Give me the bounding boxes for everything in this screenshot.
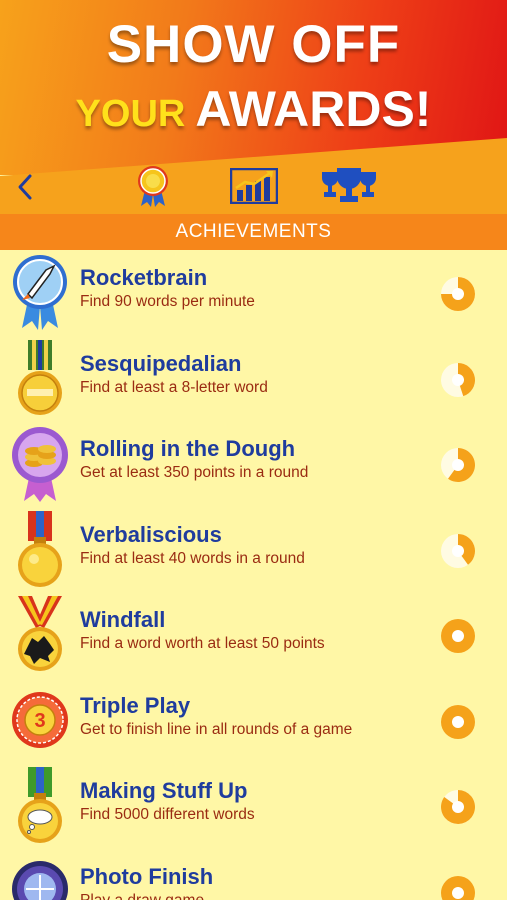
bar-chart-icon[interactable]	[230, 168, 278, 204]
achievement-title: Rolling in the Dough	[80, 436, 296, 461]
achievement-description: Get at least 350 points in a round	[80, 464, 309, 481]
svg-text:3: 3	[34, 710, 45, 732]
rocket-medal-icon	[13, 255, 67, 330]
progress-hole	[452, 886, 464, 899]
achievement-title: Verbaliscious	[80, 521, 222, 547]
achievement-title: Triple Play	[80, 692, 191, 718]
photo-finish-icon	[12, 860, 68, 900]
achievement-description: Play a draw game	[80, 891, 205, 900]
achievements-list: Rocketbrain Find 90 words per minute Ses…	[0, 250, 507, 900]
section-title-achievements: ACHIEVEMENTS	[0, 214, 507, 250]
achievement-row[interactable]: Rocketbrain Find 90 words per minute	[0, 250, 507, 336]
banner-subheadline: YOUR AWARDS!	[0, 80, 507, 138]
gold-medal-icon	[18, 510, 62, 587]
progress-ring	[441, 533, 475, 568]
progress-ring	[441, 875, 475, 900]
achievement-title: Photo Finish	[80, 863, 214, 889]
achievement-title: Making Stuff Up	[80, 778, 248, 803]
three-rosette-icon: 3	[12, 691, 68, 748]
achievement-title: Windfall	[80, 607, 166, 632]
progress-ring	[441, 619, 475, 653]
progress-hole	[452, 801, 464, 813]
progress-hole	[452, 288, 464, 300]
progress-ring	[441, 704, 475, 739]
achievement-description: Find 5000 different words	[80, 806, 255, 823]
progress-hole	[452, 630, 464, 642]
achievement-row[interactable]: Making Stuff Up Find 5000 different word…	[0, 763, 507, 849]
achievement-row[interactable]: Photo Finish Play a draw game	[0, 849, 507, 900]
achievement-title: Sesquipedalian	[80, 350, 242, 376]
medal-ribbon-icon[interactable]	[134, 164, 172, 208]
word-medallion-icon	[18, 339, 62, 415]
progress-hole	[452, 715, 464, 728]
achievement-description: Find at least 40 words in a round	[80, 549, 305, 567]
achievement-row[interactable]: 3 Triple Play Get to finish line in all …	[0, 678, 507, 764]
banner-headline: SHOW OFF	[106, 15, 401, 74]
coins-rosette-icon	[12, 427, 68, 502]
trophies-icon[interactable]	[318, 166, 380, 204]
achievement-description: Get to finish line in all rounds of a ga…	[80, 720, 353, 738]
achievement-row[interactable]: Rolling in the Dough Get at least 350 po…	[0, 421, 507, 507]
progress-hole	[452, 373, 464, 386]
progress-hole	[452, 459, 464, 471]
achievement-description: Find 90 words per minute	[80, 293, 255, 310]
progress-ring	[441, 277, 475, 311]
thought-medal-icon	[18, 767, 62, 843]
achievement-row[interactable]: Sesquipedalian Find at least a 8-letter …	[0, 336, 507, 422]
banner-awards-word: AWARDS!	[195, 81, 432, 137]
achievement-row[interactable]: Verbaliscious Find at least 40 words in …	[0, 507, 507, 593]
back-button[interactable]	[10, 172, 40, 202]
progress-ring	[441, 362, 475, 397]
achievement-description: Find a word worth at least 50 points	[80, 635, 325, 652]
chevron-left-icon	[18, 174, 32, 200]
progress-hole	[452, 544, 464, 557]
achievement-description: Find at least a 8-letter word	[80, 378, 268, 396]
splatter-medal-icon	[18, 596, 62, 671]
progress-ring	[441, 448, 475, 482]
achievement-row[interactable]: Windfall Find a word worth at least 50 p…	[0, 592, 507, 678]
achievement-title: Rocketbrain	[80, 265, 208, 290]
banner-your-word: YOUR	[75, 93, 186, 135]
progress-ring	[441, 790, 475, 824]
